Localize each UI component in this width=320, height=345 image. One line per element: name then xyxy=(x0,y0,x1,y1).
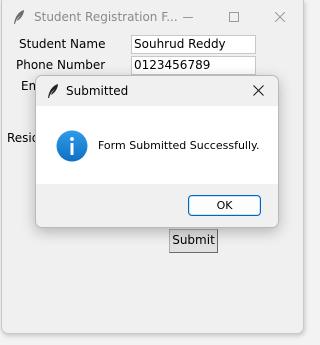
window-title: Student Registration F... xyxy=(34,10,178,24)
dialog-titlebar[interactable]: Submitted xyxy=(36,76,278,106)
dialog-message: Form Submitted Successfully. xyxy=(98,139,260,152)
maximize-icon xyxy=(229,12,239,22)
minimize-icon xyxy=(183,17,193,18)
phone-number-input[interactable]: 0123456789 xyxy=(131,56,256,75)
dialog-footer: OK xyxy=(36,184,278,227)
window-titlebar[interactable]: Student Registration F... xyxy=(2,0,303,34)
minimize-button[interactable] xyxy=(166,0,210,34)
feather-icon xyxy=(12,9,26,25)
dialog-title: Submitted xyxy=(66,84,129,98)
student-name-label: Student Name xyxy=(19,37,106,51)
close-icon xyxy=(253,85,264,96)
feather-icon xyxy=(46,83,60,99)
phone-number-label: Phone Number xyxy=(16,58,106,72)
student-name-input[interactable]: Souhrud Reddy xyxy=(131,35,256,54)
window-close-button[interactable] xyxy=(258,0,302,34)
ok-button[interactable]: OK xyxy=(188,195,261,216)
dialog-body: Form Submitted Successfully. xyxy=(36,106,278,184)
close-icon xyxy=(275,12,285,22)
desktop: Student Registration F... Student Name S… xyxy=(0,0,312,345)
submit-button[interactable]: Submit xyxy=(169,229,218,253)
maximize-button[interactable] xyxy=(212,0,256,34)
dialog-close-button[interactable] xyxy=(248,80,270,102)
submitted-dialog: Submitted Form Submitted Successfully. O… xyxy=(35,75,279,228)
info-icon xyxy=(56,130,88,162)
